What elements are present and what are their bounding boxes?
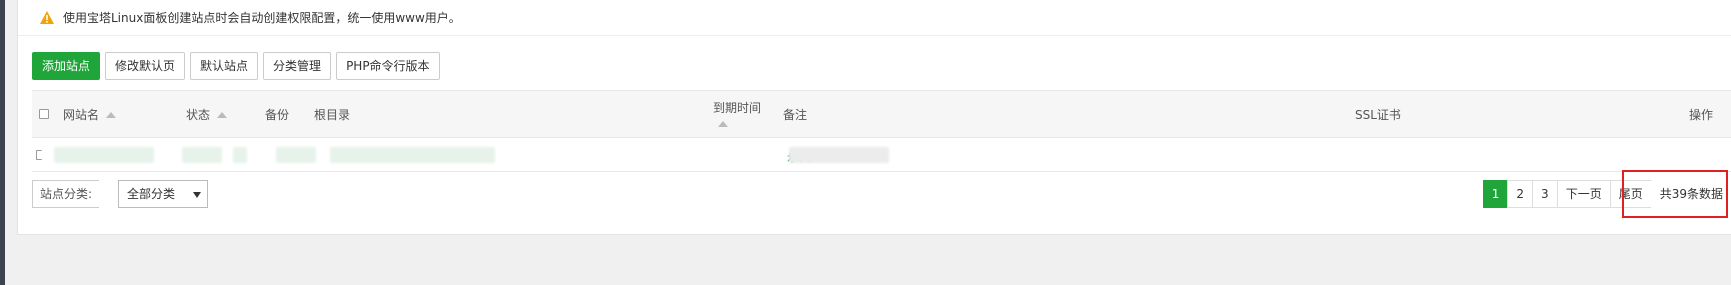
default-site-button[interactable]: 默认站点 bbox=[190, 52, 259, 80]
redacted-status bbox=[182, 147, 222, 163]
sort-up-icon[interactable] bbox=[217, 112, 228, 118]
caret-down-icon bbox=[193, 192, 201, 198]
select-all-checkbox[interactable] bbox=[39, 109, 49, 119]
table-header: 网站名 状态 备份 根目录 到期时间 备注 SSL证书 操作 bbox=[32, 90, 1731, 138]
php-cli-version-button[interactable]: PHP命令行版本 bbox=[336, 52, 440, 80]
category-manage-button[interactable]: 分类管理 bbox=[263, 52, 332, 80]
warning-icon bbox=[40, 11, 54, 24]
page-1[interactable]: 1 bbox=[1482, 180, 1509, 208]
page-2[interactable]: 2 bbox=[1507, 180, 1534, 208]
highlight-box bbox=[1622, 170, 1728, 218]
column-header-expire[interactable]: 到期时间 bbox=[713, 99, 761, 130]
column-header-expire-label: 到期时间 bbox=[713, 101, 762, 115]
row-checkbox[interactable] bbox=[36, 150, 42, 160]
redacted-status bbox=[233, 147, 247, 163]
column-header-ssl: SSL证书 bbox=[1355, 108, 1401, 122]
left-sidebar-edge bbox=[0, 0, 5, 285]
category-select-value: 全部分类 bbox=[127, 187, 176, 201]
column-header-root: 根目录 bbox=[314, 108, 351, 122]
sort-up-icon[interactable] bbox=[718, 121, 728, 127]
redacted-note bbox=[789, 147, 889, 163]
redacted-root-path bbox=[330, 147, 495, 163]
sort-up-icon[interactable] bbox=[106, 112, 117, 118]
column-header-name[interactable]: 网站名 bbox=[63, 106, 117, 123]
redacted-site-name bbox=[54, 147, 154, 163]
column-header-actions: 操作 bbox=[1689, 108, 1714, 122]
column-header-name-label: 网站名 bbox=[63, 108, 100, 122]
column-header-backup: 备份 bbox=[265, 108, 290, 122]
notice-bar: 使用宝塔Linux面板创建站点时会自动创建权限配置，统一使用www用户。 bbox=[18, 0, 1731, 36]
column-header-note: 备注 bbox=[783, 108, 808, 122]
edit-default-page-button[interactable]: 修改默认页 bbox=[105, 52, 186, 80]
category-select[interactable]: 全部分类 bbox=[118, 180, 208, 208]
redacted-backup bbox=[276, 147, 316, 163]
add-site-button[interactable]: 添加站点 bbox=[32, 52, 101, 80]
category-label: 站点分类: bbox=[32, 180, 100, 208]
column-header-status-label: 状态 bbox=[186, 108, 211, 122]
notice-text: 使用宝塔Linux面板创建站点时会自动创建权限配置，统一使用www用户。 bbox=[63, 11, 461, 25]
table-row: 永久 bbox=[32, 138, 1731, 172]
toolbar: 添加站点 修改默认页 默认站点 分类管理 PHP命令行版本 bbox=[32, 52, 445, 80]
page-3[interactable]: 3 bbox=[1532, 180, 1558, 208]
column-header-status[interactable]: 状态 bbox=[186, 106, 228, 123]
next-page[interactable]: 下一页 bbox=[1556, 180, 1611, 208]
site-panel: 使用宝塔Linux面板创建站点时会自动创建权限配置，统一使用www用户。 添加站… bbox=[17, 0, 1731, 235]
table-footer: 站点分类: 全部分类 1 2 3 下一页 尾页 共39条数据 bbox=[32, 180, 1731, 210]
